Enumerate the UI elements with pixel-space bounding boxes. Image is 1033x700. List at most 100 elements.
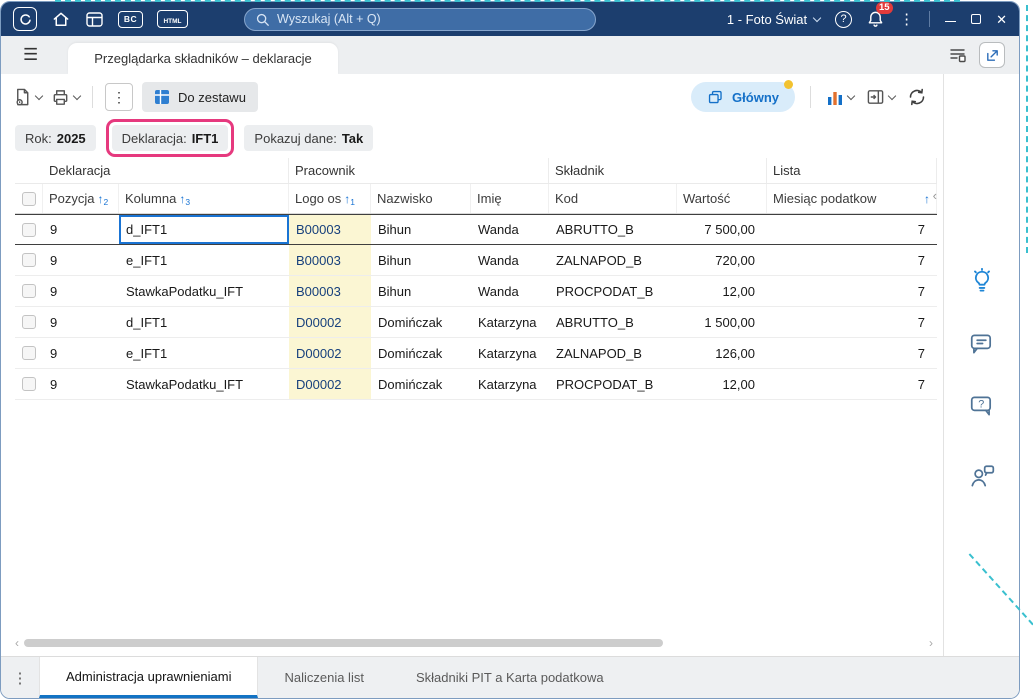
- bottom-tab-administracja[interactable]: Administracja uprawnieniami: [39, 657, 259, 698]
- cell-logo[interactable]: D00002: [289, 369, 371, 399]
- column-header-imie[interactable]: Imię: [471, 184, 549, 213]
- scroll-left-arrow[interactable]: ‹: [15, 637, 19, 649]
- help-button[interactable]: ?: [835, 10, 853, 28]
- cell-pozycja[interactable]: 9: [43, 215, 119, 244]
- toolbar-more-button[interactable]: ⋮: [105, 83, 133, 111]
- analytics-chart-button[interactable]: [826, 88, 856, 106]
- home-button[interactable]: [51, 10, 71, 29]
- filter-chip-pokazuj-dane[interactable]: Pokazuj dane: Tak: [244, 125, 374, 151]
- cell-kod[interactable]: PROCPODAT_B: [549, 276, 677, 306]
- cell-logo[interactable]: B00003: [289, 215, 371, 244]
- cell-logo[interactable]: D00002: [289, 338, 371, 368]
- cell-kod[interactable]: ZALNAPOD_B: [549, 245, 677, 275]
- table-row[interactable]: 9 d_IFT1 B00003 Bihun Wanda ABRUTTO_B 7 500,00…: [15, 214, 937, 245]
- refresh-button[interactable]: [907, 87, 927, 107]
- dock-panel-button[interactable]: [866, 88, 897, 106]
- cell-kod[interactable]: PROCPODAT_B: [549, 369, 677, 399]
- cell-wartosc[interactable]: 720,00: [677, 245, 767, 275]
- cell-imie[interactable]: Katarzyna: [471, 307, 549, 337]
- scrollbar-thumb[interactable]: [24, 639, 663, 647]
- cell-kod[interactable]: ABRUTTO_B: [549, 215, 677, 244]
- cell-imie[interactable]: Wanda: [471, 245, 549, 275]
- table-row[interactable]: 9 StawkaPodatku_IFT B00003 Bihun Wanda PROCPO…: [15, 276, 937, 307]
- cell-miesiac[interactable]: 7: [767, 338, 937, 368]
- maximize-button[interactable]: [971, 14, 982, 24]
- cell-wartosc[interactable]: 126,00: [677, 338, 767, 368]
- cell-imie[interactable]: Wanda: [471, 215, 549, 244]
- table-row[interactable]: 9 d_IFT1 D00002 Domińczak Katarzyna ABRUTTO_B…: [15, 307, 937, 338]
- cell-imie[interactable]: Katarzyna: [471, 338, 549, 368]
- column-header-kolumna[interactable]: Kolumna ↑ 3: [119, 184, 289, 213]
- column-header-nazwisko[interactable]: Nazwisko: [371, 184, 471, 213]
- help-chat-icon[interactable]: ?: [966, 390, 998, 422]
- row-checkbox[interactable]: [22, 315, 36, 329]
- row-checkbox[interactable]: [22, 222, 36, 237]
- minimize-button[interactable]: [945, 16, 957, 23]
- column-header-logo[interactable]: Logo os ↑ 1: [289, 184, 371, 213]
- new-document-button[interactable]: [13, 87, 44, 107]
- filter-chip-deklaracja[interactable]: Deklaracja: IFT1: [111, 125, 229, 151]
- bottom-more-button[interactable]: ⋮: [1, 657, 39, 698]
- cell-nazwisko[interactable]: Domińczak: [371, 369, 471, 399]
- cell-pozycja[interactable]: 9: [43, 338, 119, 368]
- cell-kolumna[interactable]: d_IFT1: [119, 307, 289, 337]
- scroll-right-arrow[interactable]: ›: [929, 637, 933, 649]
- chat-icon[interactable]: [966, 328, 998, 360]
- bc-button[interactable]: BC: [118, 10, 143, 28]
- cell-wartosc[interactable]: 12,00: [677, 276, 767, 306]
- cell-kolumna[interactable]: e_IFT1: [119, 338, 289, 368]
- cell-miesiac[interactable]: 7: [767, 215, 937, 244]
- cell-kolumna[interactable]: e_IFT1: [119, 245, 289, 275]
- main-view-button[interactable]: Główny: [691, 80, 795, 112]
- cell-kolumna[interactable]: StawkaPodatku_IFT: [119, 276, 289, 306]
- cell-nazwisko[interactable]: Domińczak: [371, 338, 471, 368]
- modules-grid-button[interactable]: [85, 11, 104, 28]
- row-checkbox[interactable]: [22, 284, 36, 298]
- add-to-set-button[interactable]: Do zestawu: [142, 82, 258, 112]
- cell-nazwisko[interactable]: Bihun: [371, 215, 471, 244]
- collapse-columns-chevron[interactable]: ‹: [933, 188, 937, 203]
- column-header-kod[interactable]: Kod: [549, 184, 677, 213]
- bottom-tab-skladniki-pit[interactable]: Składniki PIT a Karta podatkowa: [390, 657, 630, 698]
- row-checkbox[interactable]: [22, 346, 36, 360]
- cell-wartosc[interactable]: 1 500,00: [677, 307, 767, 337]
- cell-pozycja[interactable]: 9: [43, 369, 119, 399]
- close-button[interactable]: ✕: [996, 13, 1007, 26]
- print-button[interactable]: [51, 88, 82, 107]
- row-checkbox[interactable]: [22, 377, 36, 391]
- column-header-wartosc[interactable]: Wartość: [677, 184, 767, 213]
- table-row[interactable]: 9 e_IFT1 D00002 Domińczak Katarzyna ZALNAPOD_…: [15, 338, 937, 369]
- properties-panel-icon[interactable]: [949, 46, 967, 64]
- bottom-tab-naliczenia[interactable]: Naliczenia list: [258, 657, 389, 698]
- cell-logo[interactable]: D00002: [289, 307, 371, 337]
- cell-miesiac[interactable]: 7: [767, 369, 937, 399]
- row-checkbox[interactable]: [22, 253, 36, 267]
- cell-pozycja[interactable]: 9: [43, 245, 119, 275]
- person-chat-icon[interactable]: [966, 460, 998, 492]
- search-box[interactable]: [244, 7, 596, 31]
- cell-pozycja[interactable]: 9: [43, 307, 119, 337]
- cell-nazwisko[interactable]: Bihun: [371, 245, 471, 275]
- hamburger-menu-button[interactable]: ☰: [23, 45, 38, 65]
- column-header-pozycja[interactable]: Pozycja ↑ 2: [43, 184, 119, 213]
- search-input[interactable]: [277, 12, 585, 26]
- cell-kolumna[interactable]: d_IFT1: [119, 215, 289, 244]
- cell-imie[interactable]: Katarzyna: [471, 369, 549, 399]
- cell-miesiac[interactable]: 7: [767, 276, 937, 306]
- select-all-checkbox[interactable]: [21, 191, 36, 206]
- table-row[interactable]: 9 e_IFT1 B00003 Bihun Wanda ZALNAPOD_B 720,00 7: [15, 245, 937, 276]
- table-row[interactable]: 9 StawkaPodatku_IFT D00002 Domińczak Katarzy…: [15, 369, 937, 400]
- cell-miesiac[interactable]: 7: [767, 307, 937, 337]
- cell-pozycja[interactable]: 9: [43, 276, 119, 306]
- cell-wartosc[interactable]: 7 500,00: [677, 215, 767, 244]
- cell-kod[interactable]: ABRUTTO_B: [549, 307, 677, 337]
- cell-imie[interactable]: Wanda: [471, 276, 549, 306]
- cell-logo[interactable]: B00003: [289, 276, 371, 306]
- cell-nazwisko[interactable]: Domińczak: [371, 307, 471, 337]
- filter-chip-rok[interactable]: Rok: 2025: [15, 125, 96, 151]
- column-header-miesiac[interactable]: Miesiąc podatkow ↑: [767, 184, 937, 213]
- lightbulb-icon[interactable]: [966, 266, 998, 298]
- cell-wartosc[interactable]: 12,00: [677, 369, 767, 399]
- cell-logo[interactable]: B00003: [289, 245, 371, 275]
- cell-kod[interactable]: ZALNAPOD_B: [549, 338, 677, 368]
